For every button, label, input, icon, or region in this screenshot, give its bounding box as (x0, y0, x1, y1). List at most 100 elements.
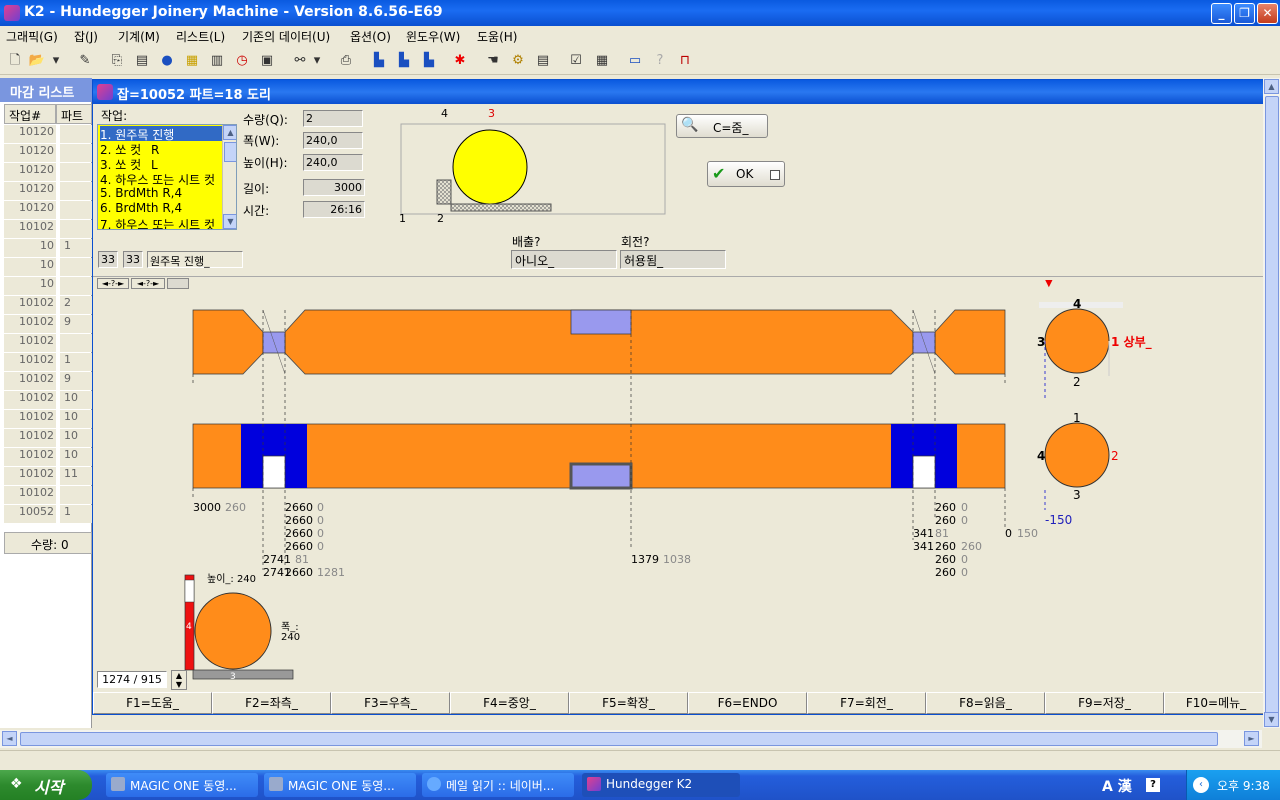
qty-field[interactable]: 2 (303, 110, 363, 127)
col-header-part[interactable]: 파트# (56, 104, 92, 138)
table-row[interactable]: 10 (4, 258, 92, 277)
table-row[interactable]: 10102 (4, 334, 92, 353)
table-row[interactable]: 10120 (4, 144, 92, 163)
document-icon[interactable]: ▤ (131, 50, 153, 72)
table-row[interactable]: 10120 (4, 201, 92, 220)
table-row[interactable]: 10102 10 (4, 410, 92, 429)
checklist-icon[interactable]: ☑ (565, 50, 587, 72)
edit-icon[interactable]: ✎ (74, 50, 96, 72)
table-row[interactable]: 10102 9 (4, 315, 92, 334)
copy-icon[interactable]: ⎘ (106, 50, 128, 72)
table-row[interactable]: 10102 (4, 486, 92, 505)
ok-button[interactable]: ✔ OK (707, 161, 785, 187)
table-row[interactable]: 10102 2 (4, 296, 92, 315)
zoom-button[interactable]: 🔍 C=줌_ (676, 114, 768, 138)
machine-icon-2[interactable]: ▙ (393, 50, 415, 72)
grid-icon[interactable]: ▦ (181, 50, 203, 72)
clock-icon[interactable]: ◷ (231, 50, 253, 72)
table-row[interactable]: 10102 (4, 220, 92, 239)
table-row[interactable]: 10102 10 (4, 429, 92, 448)
tray-expand-icon[interactable]: ‹ (1193, 777, 1209, 793)
close-button[interactable]: ✕ (1257, 3, 1278, 24)
exit-icon[interactable]: ⊓ (674, 50, 696, 72)
globe-icon[interactable]: ● (156, 50, 178, 72)
table-row[interactable]: 10102 10 (4, 448, 92, 467)
minimize-button[interactable]: _ (1211, 3, 1232, 24)
open-folder-icon[interactable]: 📂 (26, 50, 48, 72)
f8-button[interactable]: F8=읽음_ (926, 692, 1045, 714)
task-item[interactable]: 1. 원주목 진행_ (100, 126, 222, 141)
f7-button[interactable]: F7=회전_ (807, 692, 926, 714)
table-row[interactable]: 10102 11 (4, 467, 92, 486)
taskbar-item[interactable]: MAGIC ONE 동영... (106, 773, 258, 797)
scroll-down-icon[interactable]: ▼ (223, 214, 236, 229)
vscroll-thumb[interactable] (1265, 96, 1279, 716)
task-item[interactable]: 3. 쏘 컷_ L (100, 156, 222, 171)
vscroll-down-icon[interactable]: ▼ (1264, 712, 1279, 727)
f6-button[interactable]: F6=ENDO (688, 692, 807, 714)
menu-existing-data[interactable]: 기존의 데이터(U) (242, 28, 330, 45)
table-icon[interactable]: ▦ (591, 50, 613, 72)
table-row[interactable]: 10102 10 (4, 391, 92, 410)
f9-button[interactable]: F9=저장_ (1045, 692, 1164, 714)
scroll-left-icon[interactable]: ◄ (2, 731, 17, 746)
ok-checkbox[interactable] (770, 170, 780, 180)
f10-button[interactable]: F10=메뉴_ (1164, 692, 1268, 714)
calculator-icon[interactable]: ▥ (206, 50, 228, 72)
vscroll-up-icon[interactable]: ▲ (1264, 79, 1279, 94)
task-item[interactable]: 6. BrdMth R,4 (100, 201, 222, 216)
f5-button[interactable]: F5=확장_ (569, 692, 688, 714)
menu-list[interactable]: 리스트(L) (176, 28, 225, 45)
menu-help[interactable]: 도움(H) (477, 28, 517, 45)
binoculars-icon[interactable]: ⚯ (289, 50, 311, 72)
eject-combo[interactable]: 아니오_ (511, 250, 617, 269)
f3-button[interactable]: F3=우측_ (331, 692, 450, 714)
rotate-combo[interactable]: 허용됨_ (620, 250, 726, 269)
ime-help-icon[interactable]: ? (1146, 778, 1160, 792)
hscroll-thumb[interactable] (20, 732, 1218, 746)
scroll-right-icon[interactable]: ► (1244, 731, 1259, 746)
star-icon[interactable]: ✱ (449, 50, 471, 72)
menu-job[interactable]: 잡(J) (74, 28, 98, 45)
maximize-button[interactable]: ❐ (1234, 3, 1255, 24)
table-row[interactable]: 10102 1 (4, 353, 92, 372)
table-row[interactable]: 10120 (4, 182, 92, 201)
taskbar-item-active[interactable]: Hundegger K2 (582, 773, 740, 797)
gears-icon[interactable]: ⚙ (507, 50, 529, 72)
task-item[interactable]: 4. 하우스 또는 시트 컷 (100, 171, 222, 186)
scroll-thumb[interactable] (224, 142, 236, 162)
horizontal-scrollbar[interactable]: ◄ ► (0, 730, 1262, 748)
print-icon[interactable]: ⎙ (335, 50, 357, 72)
task-item[interactable]: 7. 하우스 또는 시트 컷 (100, 216, 222, 229)
dropdown-arrow-icon[interactable]: ▾ (50, 50, 62, 72)
width-field[interactable]: 240,0 (303, 132, 363, 149)
task-item[interactable]: 2. 쏘 컷_ R (100, 141, 222, 156)
hand-icon[interactable]: ☚ (482, 50, 504, 72)
binary-icon[interactable]: ▤ (532, 50, 554, 72)
f4-button[interactable]: F4=중앙_ (450, 692, 569, 714)
machine-icon-3[interactable]: ▙ (418, 50, 440, 72)
scroll-up-icon[interactable]: ▲ (223, 125, 236, 140)
table-row[interactable]: 10052 1 (4, 505, 92, 524)
taskbar-item[interactable]: MAGIC ONE 동영... (264, 773, 416, 797)
menu-machine[interactable]: 기계(M) (118, 28, 160, 45)
table-row[interactable]: 10120 (4, 125, 92, 144)
start-button[interactable]: ❖ 시작 (0, 770, 92, 800)
height-field[interactable]: 240,0 (303, 154, 363, 171)
col-header-job[interactable]: 작업# (4, 104, 56, 124)
f2-button[interactable]: F2=좌측_ (212, 692, 331, 714)
taskbar-item[interactable]: 메일 읽기 :: 네이버... (422, 773, 574, 797)
task-scrollbar[interactable]: ▲ ▼ (222, 125, 236, 229)
ime-indicator[interactable]: A 漢 (1102, 776, 1132, 796)
vertical-scrollbar[interactable]: ▲ ▼ (1263, 78, 1280, 728)
dropdown-arrow-icon-2[interactable]: ▾ (311, 50, 323, 72)
task-listbox[interactable]: 1. 원주목 진행_ 2. 쏘 컷_ R 3. 쏘 컷_ L 4. 하우스 또는… (97, 124, 237, 230)
table-row[interactable]: 10 (4, 277, 92, 296)
menu-graphics[interactable]: 그래픽(G) (6, 28, 58, 45)
f1-button[interactable]: F1=도움_ (93, 692, 212, 714)
task-item[interactable]: 5. BrdMth R,4 (100, 186, 222, 201)
machine-icon-1[interactable]: ▙ (368, 50, 390, 72)
menu-options[interactable]: 옵션(O) (350, 28, 391, 45)
window-icon[interactable]: ▭ (624, 50, 646, 72)
report-icon[interactable]: ▣ (256, 50, 278, 72)
